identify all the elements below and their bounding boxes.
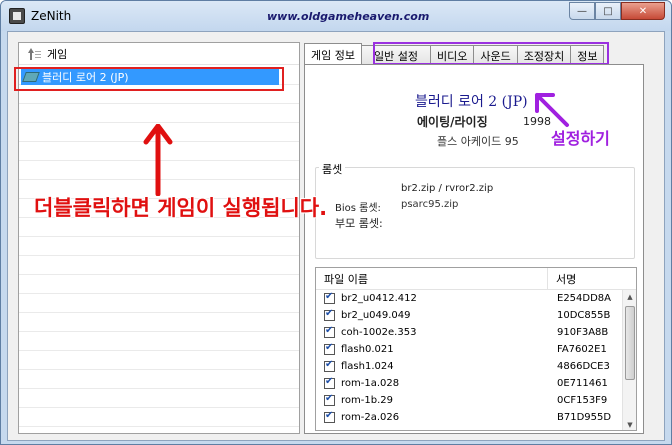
file-checkbox[interactable]	[324, 308, 335, 321]
file-name-cell: br2_u049.049	[341, 310, 411, 321]
file-checkbox[interactable]	[324, 342, 335, 355]
signature-cell: 4866DCE3	[557, 361, 610, 372]
table-row[interactable]: flash0.021 FA7602E1	[316, 341, 636, 358]
file-name-cell: coh-1002e.353	[341, 327, 417, 338]
file-checkbox[interactable]	[324, 393, 335, 406]
table-row[interactable]: rom-2a.026 B71D955D	[316, 409, 636, 426]
double-click-caption: 더블클릭하면 게임이 실행됩니다.	[34, 196, 328, 220]
table-row[interactable]: br2_u049.049 10DC855B	[316, 307, 636, 324]
table-row[interactable]: rom-1b.29 0CF153F9	[316, 392, 636, 409]
file-checkbox[interactable]	[324, 325, 335, 338]
bios-romset-value: psarc95.zip	[401, 199, 459, 210]
signature-cell: 10DC855B	[557, 310, 611, 321]
title-bar[interactable]: ZeNith www.oldgameheaven.com — □ ✕	[1, 1, 671, 31]
close-button[interactable]: ✕	[621, 2, 665, 20]
file-checkbox[interactable]	[324, 376, 335, 389]
settings-tabs-highlight	[373, 42, 609, 65]
file-name-cell: flash0.021	[341, 344, 394, 355]
app-icon	[9, 8, 25, 24]
selected-game-highlight	[14, 67, 284, 91]
table-row[interactable]: flash1.024 4866DCE3	[316, 358, 636, 375]
file-name-cell: rom-2a.026	[341, 412, 400, 423]
file-name-column[interactable]: 파일 이름	[316, 268, 548, 289]
game-list-rows: 블러디 로어 2 (JP)	[19, 66, 299, 433]
minimize-button[interactable]: —	[569, 2, 595, 20]
file-name-cell: rom-1a.028	[341, 378, 400, 389]
table-row[interactable]: br2_u0412.412 E254DD8A	[316, 290, 636, 307]
signature-cell: FA7602E1	[557, 344, 607, 355]
signature-cell: E254DD8A	[557, 293, 612, 304]
file-table-header: 파일 이름 서명	[316, 268, 636, 290]
setup-annotation: 설정하기	[551, 129, 610, 148]
table-row[interactable]: rom-1a.028 0E711461	[316, 375, 636, 392]
game-title: 블러디 로어 2 (JP)	[415, 94, 528, 110]
game-column-label: 게임	[47, 47, 68, 61]
tab-game-info[interactable]: 게임 정보	[304, 43, 362, 65]
file-checkbox[interactable]	[324, 410, 335, 423]
watermark-text: www.oldgameheaven.com	[267, 10, 430, 23]
maximize-button[interactable]: □	[595, 2, 621, 20]
file-checkbox[interactable]	[324, 291, 335, 304]
app-window: ZeNith www.oldgameheaven.com — □ ✕ 게임 블러…	[0, 0, 672, 445]
client-area: 게임 블러디 로어 2 (JP) 게임 정보 일반 설정 비디오 사운드 조정장…	[7, 31, 665, 441]
file-table-scrollbar[interactable]: ▲ ▼	[622, 290, 636, 430]
game-info-page: 블러디 로어 2 (JP) 에이팅/라이징 1998 플스 아케이드 95 설정…	[304, 64, 644, 434]
bios-romset-label: Bios 롬셋:	[335, 203, 381, 214]
game-list[interactable]: 게임 블러디 로어 2 (JP)	[18, 42, 300, 434]
scroll-down-icon[interactable]: ▼	[623, 418, 636, 430]
sort-ascending-icon	[27, 47, 41, 60]
romset-group-label: 롬셋	[319, 161, 346, 177]
signature-column[interactable]: 서명	[548, 268, 622, 289]
game-company: 에이팅/라이징	[417, 115, 488, 129]
file-name-cell: br2_u0412.412	[341, 293, 417, 304]
rom-file-table[interactable]: 파일 이름 서명 br2_u0412.412 E254DD8A br2_u049.0…	[315, 267, 637, 431]
window-title: ZeNith	[31, 9, 72, 23]
info-panel: 게임 정보 일반 설정 비디오 사운드 조정장치 정보 블러디 로어 2 (JP…	[304, 42, 644, 434]
game-platform: 플스 아케이드 95	[437, 135, 519, 148]
game-list-header[interactable]: 게임	[19, 43, 299, 65]
romset-files: br2.zip / rvror2.zip	[401, 183, 494, 194]
signature-cell: 0E711461	[557, 378, 608, 389]
signature-cell: 0CF153F9	[557, 395, 608, 406]
scroll-up-icon[interactable]: ▲	[623, 290, 636, 304]
file-name-cell: rom-1b.29	[341, 395, 393, 406]
file-name-cell: flash1.024	[341, 361, 394, 372]
scroll-thumb[interactable]	[625, 306, 635, 380]
red-arrow-up-icon	[143, 124, 173, 196]
signature-cell: 910F3A8B	[557, 327, 609, 338]
signature-cell: B71D955D	[557, 412, 612, 423]
parent-romset-label: 부모 롬셋:	[335, 217, 383, 230]
file-checkbox[interactable]	[324, 359, 335, 372]
window-controls: — □ ✕	[569, 2, 665, 20]
file-table-rows: br2_u0412.412 E254DD8A br2_u049.049 10DC855…	[316, 290, 636, 426]
table-row[interactable]: coh-1002e.353 910F3A8B	[316, 324, 636, 341]
